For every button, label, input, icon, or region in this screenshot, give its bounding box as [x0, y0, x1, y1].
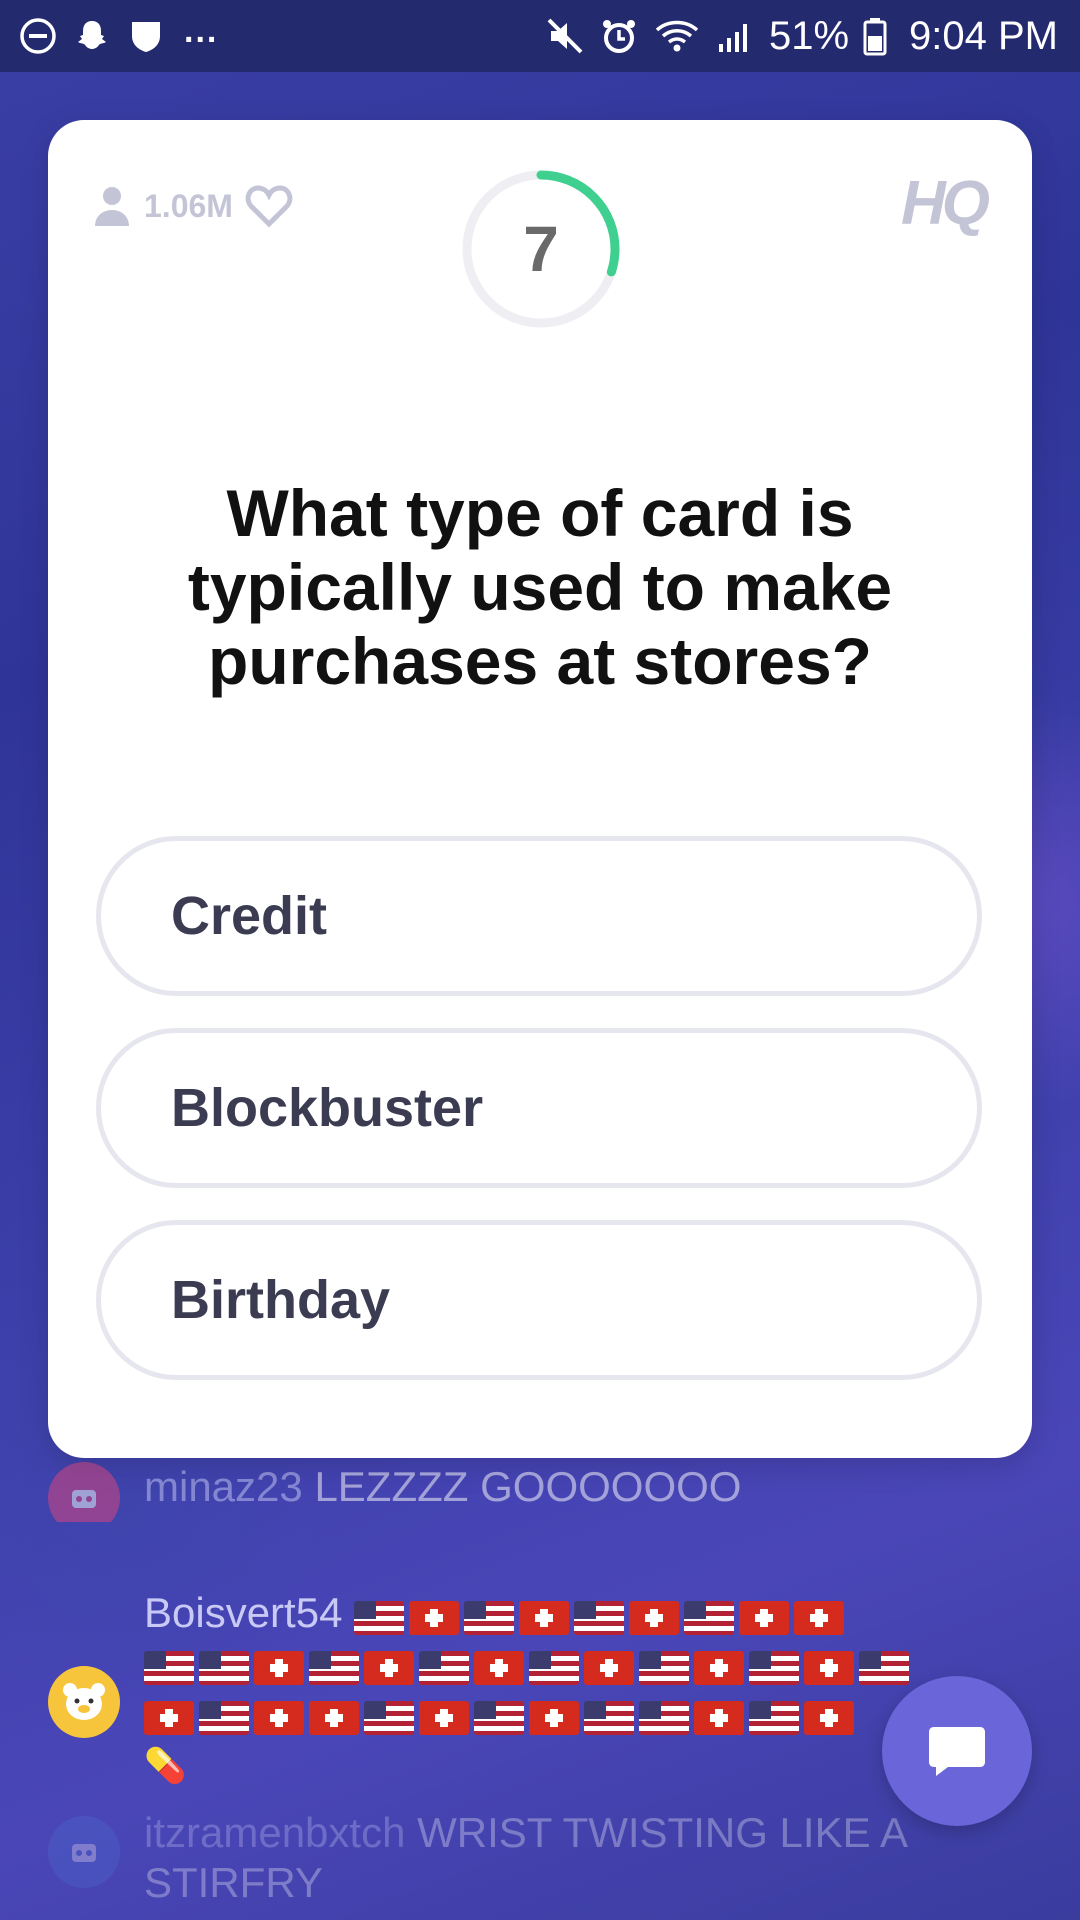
swiss-flag-icon [409, 1601, 460, 1636]
us-flag-icon [529, 1651, 579, 1686]
us-flag-icon [684, 1601, 735, 1636]
us-flag-icon [199, 1701, 249, 1736]
alarm-icon [599, 16, 639, 56]
signal-icon [715, 16, 755, 56]
swiss-flag-icon [254, 1651, 304, 1686]
us-flag-icon [464, 1601, 515, 1636]
mute-icon [545, 16, 585, 56]
swiss-flag-icon [694, 1701, 744, 1736]
chat-message-text: LEZZZZ GOOOOOOO [314, 1463, 742, 1510]
snapchat-icon [72, 16, 112, 56]
swiss-flag-icon [144, 1701, 194, 1736]
question-card: 1.06M 7 HQ What type of card is typicall… [48, 120, 1032, 1458]
answer-option-2[interactable]: Blockbuster [96, 1028, 982, 1188]
us-flag-icon [574, 1601, 625, 1636]
swiss-flag-icon [254, 1701, 304, 1736]
battery-icon [863, 16, 887, 56]
chat-username: Boisvert54 [144, 1589, 343, 1636]
shield-icon [126, 16, 166, 56]
chat-message: minaz23 LEZZZZ GOOOOOOO [0, 1462, 1080, 1522]
swiss-flag-icon [629, 1601, 680, 1636]
us-flag-icon [199, 1651, 249, 1686]
hq-logo: HQ [901, 169, 990, 238]
chat-bubble-icon [929, 1727, 985, 1776]
us-flag-icon [859, 1651, 909, 1686]
swiss-flag-icon [694, 1651, 744, 1686]
wifi-icon [653, 16, 701, 56]
swiss-flag-icon [474, 1651, 524, 1686]
swiss-flag-icon [794, 1601, 845, 1636]
more-notifications-indicator: ... [184, 11, 219, 50]
flag-emoji-row [354, 1597, 849, 1636]
swiss-flag-icon [529, 1701, 579, 1736]
swiss-flag-icon [364, 1651, 414, 1686]
swiss-flag-icon [804, 1651, 854, 1686]
chat-button[interactable] [882, 1676, 1032, 1826]
countdown-timer: 7 [458, 166, 624, 332]
swiss-flag-icon [584, 1651, 634, 1686]
chat-username: minaz23 [144, 1463, 303, 1510]
swiss-flag-icon [519, 1601, 570, 1636]
us-flag-icon [144, 1651, 194, 1686]
us-flag-icon [419, 1651, 469, 1686]
us-flag-icon [474, 1701, 524, 1736]
question-text: What type of card is typically used to m… [187, 476, 893, 698]
swiss-flag-icon [804, 1701, 854, 1736]
us-flag-icon [354, 1601, 405, 1636]
us-flag-icon [309, 1651, 359, 1686]
us-flag-icon [364, 1701, 414, 1736]
flag-emoji-row [144, 1641, 1024, 1691]
person-icon [92, 184, 132, 228]
timer-value: 7 [523, 213, 559, 285]
us-flag-icon [639, 1701, 689, 1736]
answer-option-3[interactable]: Birthday [96, 1220, 982, 1380]
battery-percent: 51% [768, 13, 850, 58]
chat-username: itzramenbxtch [144, 1809, 406, 1856]
swiss-flag-icon [739, 1601, 790, 1636]
us-flag-icon [749, 1651, 799, 1686]
heart-icon [245, 184, 293, 228]
robot-avatar-icon [48, 1462, 120, 1522]
us-flag-icon [749, 1701, 799, 1736]
do-not-disturb-icon [18, 16, 58, 56]
viewer-count: 1.06M [144, 187, 233, 224]
answer-option-1[interactable]: Credit [96, 836, 982, 996]
swiss-flag-icon [419, 1701, 469, 1736]
clock: 9:04 PM [909, 13, 1058, 58]
us-flag-icon [639, 1651, 689, 1686]
swiss-flag-icon [309, 1701, 359, 1736]
robot-avatar-icon [48, 1816, 120, 1888]
status-bar: ... 51% 9:04 PM [0, 0, 1080, 72]
us-flag-icon [584, 1701, 634, 1736]
bear-avatar-icon [48, 1666, 120, 1738]
viewer-stats: 1.06M [92, 184, 293, 228]
